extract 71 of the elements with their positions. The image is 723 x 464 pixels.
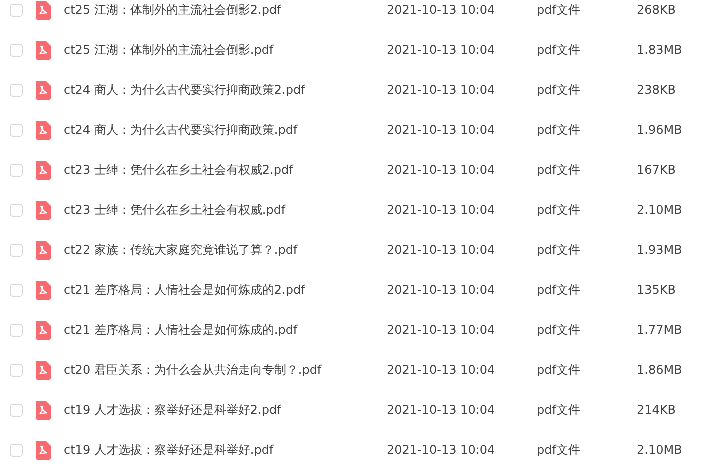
file-type: pdf文件	[537, 362, 582, 379]
modified-date: 2021-10-13 10:04	[387, 82, 496, 99]
file-size: 1.86MB	[637, 362, 682, 379]
file-name[interactable]: ct24 商人：为什么古代要实行抑商政策.pdf	[64, 121, 384, 139]
checkbox[interactable]	[10, 244, 23, 256]
file-type: pdf文件	[537, 282, 582, 299]
checkbox[interactable]	[10, 364, 23, 376]
checkbox[interactable]	[10, 204, 23, 216]
checkbox[interactable]	[10, 164, 23, 176]
file-name[interactable]: ct21 差序格局：人情社会是如何炼成的2.pdf	[64, 281, 384, 299]
pdf-file-icon	[36, 320, 51, 340]
file-size: 1.93MB	[637, 242, 682, 259]
pdf-file-icon	[36, 160, 51, 180]
modified-date: 2021-10-13 10:04	[387, 162, 496, 179]
modified-date: 2021-10-13 10:04	[387, 2, 496, 19]
pdf-file-icon	[36, 240, 51, 260]
file-size: 1.77MB	[637, 322, 682, 339]
modified-date: 2021-10-13 10:04	[387, 442, 496, 459]
file-name[interactable]: ct25 江湖：体制外的主流社会倒影.pdf	[64, 41, 384, 59]
checkbox[interactable]	[10, 84, 23, 96]
pdf-file-icon	[36, 280, 51, 300]
checkbox[interactable]	[10, 44, 23, 56]
modified-date: 2021-10-13 10:04	[387, 242, 496, 259]
pdf-file-icon	[36, 440, 51, 460]
file-name[interactable]: ct19 人才选拔：察举好还是科举好2.pdf	[64, 401, 384, 419]
modified-date: 2021-10-13 10:04	[387, 42, 496, 59]
modified-date: 2021-10-13 10:04	[387, 282, 496, 299]
file-name[interactable]: ct23 士绅：凭什么在乡土社会有权威2.pdf	[64, 161, 384, 179]
modified-date: 2021-10-13 10:04	[387, 362, 496, 379]
file-name[interactable]: ct20 君臣关系：为什么会从共治走向专制？.pdf	[64, 361, 384, 379]
checkbox[interactable]	[10, 444, 23, 456]
file-size: 1.96MB	[637, 122, 682, 139]
pdf-file-icon	[36, 360, 51, 380]
file-type: pdf文件	[537, 162, 582, 179]
file-name[interactable]: ct25 江湖：体制外的主流社会倒影2.pdf	[64, 1, 384, 19]
file-type: pdf文件	[537, 402, 582, 419]
modified-date: 2021-10-13 10:04	[387, 322, 496, 339]
file-size: 2.10MB	[637, 442, 682, 459]
pdf-file-icon	[36, 400, 51, 420]
file-type: pdf文件	[537, 42, 582, 59]
modified-date: 2021-10-13 10:04	[387, 202, 496, 219]
file-size: 1.83MB	[637, 42, 682, 59]
file-name[interactable]: ct22 家族：传统大家庭究竟谁说了算？.pdf	[64, 241, 384, 259]
file-name[interactable]: ct23 士绅：凭什么在乡土社会有权威.pdf	[64, 201, 384, 219]
file-type: pdf文件	[537, 122, 582, 139]
file-size: 135KB	[637, 282, 676, 299]
pdf-file-icon	[36, 80, 51, 100]
file-name[interactable]: ct21 差序格局：人情社会是如何炼成的.pdf	[64, 321, 384, 339]
checkbox[interactable]	[10, 324, 23, 336]
pdf-file-icon	[36, 200, 51, 220]
pdf-file-icon	[36, 40, 51, 60]
file-type: pdf文件	[537, 2, 582, 19]
file-name[interactable]: ct24 商人：为什么古代要实行抑商政策2.pdf	[64, 81, 384, 99]
modified-date: 2021-10-13 10:04	[387, 402, 496, 419]
file-size: 2.10MB	[637, 202, 682, 219]
file-size: 167KB	[637, 162, 676, 179]
checkbox[interactable]	[10, 4, 23, 16]
modified-date: 2021-10-13 10:04	[387, 122, 496, 139]
file-type: pdf文件	[537, 442, 582, 459]
file-type: pdf文件	[537, 242, 582, 259]
file-size: 214KB	[637, 402, 676, 419]
checkbox[interactable]	[10, 124, 23, 136]
file-size: 268KB	[637, 2, 676, 19]
checkbox[interactable]	[10, 404, 23, 416]
pdf-file-icon	[36, 120, 51, 140]
checkbox[interactable]	[10, 284, 23, 296]
file-type: pdf文件	[537, 82, 582, 99]
file-type: pdf文件	[537, 322, 582, 339]
file-size: 238KB	[637, 82, 676, 99]
file-name[interactable]: ct19 人才选拔：察举好还是科举好.pdf	[64, 441, 384, 459]
file-type: pdf文件	[537, 202, 582, 219]
